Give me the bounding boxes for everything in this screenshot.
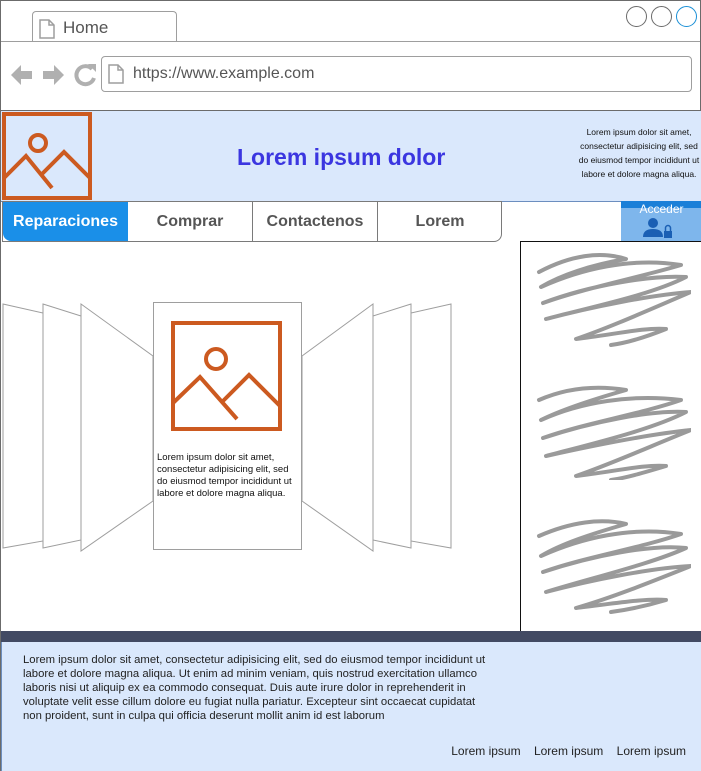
nav-item-lorem[interactable]: Lorem bbox=[378, 202, 501, 241]
carousel-slide-right-1 bbox=[301, 303, 374, 552]
scribble-placeholder bbox=[537, 385, 691, 480]
header-blurb: Lorem ipsum dolor sit amet, consectetur … bbox=[578, 127, 700, 179]
address-bar[interactable]: https://www.example.com bbox=[101, 56, 692, 92]
nav-item-comprar[interactable]: Comprar bbox=[128, 202, 253, 241]
refresh-icon[interactable] bbox=[74, 64, 96, 87]
login-label: Acceder bbox=[639, 202, 684, 216]
scribble-placeholder bbox=[537, 253, 691, 347]
tab-divider bbox=[1, 41, 700, 42]
browser-tab[interactable]: Home bbox=[32, 11, 177, 42]
window-close-button[interactable] bbox=[676, 6, 697, 27]
carousel-slide-right-3 bbox=[410, 303, 452, 549]
footer-text: Lorem ipsum dolor sit amet, consectetur … bbox=[23, 654, 486, 722]
footer-link[interactable]: Lorem ipsum bbox=[534, 744, 603, 758]
carousel-slide-left-1 bbox=[80, 303, 154, 552]
site-header: Lorem ipsum dolor Lorem ipsum dolor sit … bbox=[1, 111, 701, 202]
footer-link[interactable]: Lorem ipsum bbox=[617, 744, 686, 758]
nav-item-reparaciones[interactable]: Reparaciones bbox=[3, 202, 128, 241]
page-icon bbox=[108, 64, 124, 89]
image-placeholder-icon bbox=[171, 321, 283, 438]
sidebar-panel bbox=[520, 241, 701, 632]
window-minimize-button[interactable] bbox=[626, 6, 647, 27]
carousel-slide-left-2 bbox=[42, 303, 82, 549]
browser-window: Home https://www.example.com Lorem ipsum… bbox=[0, 0, 701, 771]
site-title: Lorem ipsum dolor bbox=[237, 144, 446, 170]
scribble-placeholder bbox=[537, 519, 691, 614]
window-maximize-button[interactable] bbox=[651, 6, 672, 27]
navigation-controls bbox=[10, 63, 98, 92]
nav-item-contactenos[interactable]: Contactenos bbox=[253, 202, 378, 241]
card-description: Lorem ipsum dolor sit amet, consectetur … bbox=[157, 452, 292, 499]
image-placeholder-icon bbox=[2, 112, 92, 205]
main-nav: Reparaciones Comprar Contactenos Lorem bbox=[2, 201, 502, 242]
url-text: https://www.example.com bbox=[133, 65, 315, 82]
carousel-active-card[interactable]: Lorem ipsum dolor sit amet, consectetur … bbox=[153, 302, 302, 550]
carousel-slide-left-3 bbox=[2, 303, 44, 549]
footer-bar bbox=[1, 631, 701, 642]
login-button[interactable]: Acceder bbox=[621, 201, 701, 242]
footer-link[interactable]: Lorem ipsum bbox=[451, 744, 520, 758]
forward-arrow-icon[interactable] bbox=[43, 65, 64, 85]
tab-title: Home bbox=[63, 18, 109, 37]
site-footer: Lorem ipsum dolor sit amet, consectetur … bbox=[1, 642, 701, 771]
footer-links: Lorem ipsum Lorem ipsum Lorem ipsum bbox=[441, 744, 686, 758]
back-arrow-icon[interactable] bbox=[11, 65, 32, 85]
carousel-slide-right-2 bbox=[372, 303, 412, 549]
